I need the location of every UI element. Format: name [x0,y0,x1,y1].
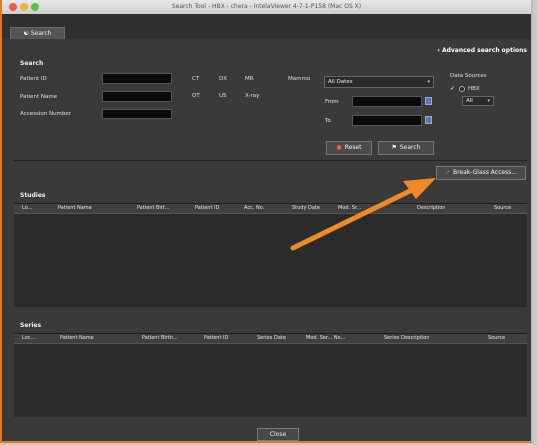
panel-divider [14,160,527,161]
chevron-down-icon: ▾ [487,98,490,104]
column-header[interactable]: Patient Name [58,205,92,211]
modality-mr[interactable]: MR [245,76,254,82]
modality-dx[interactable]: DX [219,76,227,82]
data-source-select[interactable]: All ▾ [462,96,494,106]
tab-search-label: Search [30,30,52,37]
search-button[interactable]: ⚑ Search [378,141,434,155]
modality-ot[interactable]: OT [192,93,200,99]
modality-xray[interactable]: X-ray [245,93,259,99]
tab-bar: ☯ Search [2,14,531,39]
series-table: Loc... Patient Name Patient Birth... Pat… [14,333,527,417]
modality-mammo[interactable]: Mammo [288,76,310,82]
advanced-search-options-link[interactable]: ‹ Advanced search options [437,47,527,54]
patient-id-input[interactable] [102,73,172,84]
column-header[interactable]: Patient ID [204,335,228,341]
modality-us[interactable]: US [219,93,227,99]
modality-ct[interactable]: CT [192,76,199,82]
date-scope-select[interactable]: All Dates ▾ [324,76,434,88]
patient-name-label: Patient Name [20,94,58,100]
column-header[interactable]: Series Description [384,335,429,341]
column-header[interactable]: Source [488,335,505,341]
reset-icon: ● [336,144,342,151]
column-header[interactable]: Patient ID [195,205,219,211]
studies-table: Lo... Patient Name Patient Birt... Patie… [14,203,527,307]
column-header[interactable]: Acc. No. [244,205,264,211]
key-icon: ➚ [444,169,450,176]
to-label: To [325,118,331,124]
column-header[interactable]: Lo... [22,205,32,211]
search-icon: ⚑ [391,144,397,151]
studies-table-body[interactable] [14,214,527,307]
window-title: Search Tool - HBX - chera - IntelaViewer… [171,3,362,10]
column-header[interactable]: Patient Birth... [142,335,178,341]
search-panel-title: Search [20,60,44,67]
close-button[interactable]: Close [257,428,299,441]
from-label: From [325,99,339,105]
tab-search[interactable]: ☯ Search [10,27,65,39]
column-header[interactable]: Patient Birt... [137,205,170,211]
patient-name-input[interactable] [102,91,172,102]
chevron-left-icon: ‹ [437,47,440,54]
to-date-input[interactable] [352,115,422,126]
column-header[interactable]: Patient Name [60,335,94,341]
title-bar: Search Tool - HBX - chera - IntelaViewer… [2,0,531,15]
calendar-icon[interactable] [425,116,432,124]
binoculars-icon: ☯ [23,30,29,37]
checkmark-icon: ✓ [450,85,456,92]
column-header[interactable]: Source [494,205,511,211]
column-header[interactable]: Mod. Sr... [338,205,361,211]
chevron-down-icon: ▾ [427,79,430,85]
column-header[interactable]: Series Date [257,335,286,341]
column-header[interactable]: Mod. Ser... No... [306,335,345,341]
series-table-header: Loc... Patient Name Patient Birth... Pat… [14,334,527,344]
studies-title: Studies [20,192,46,199]
data-source-radio[interactable] [459,86,465,92]
column-header[interactable]: Loc... [22,335,35,341]
from-date-input[interactable] [352,96,422,107]
series-table-body[interactable] [14,344,527,417]
accession-number-label: Accession Number [20,111,72,117]
break-glass-access-button[interactable]: ➚ Break-Glass Access... [436,166,526,180]
column-header[interactable]: Study Date [292,205,320,211]
search-tool-window: Search Tool - HBX - chera - IntelaViewer… [0,0,533,443]
data-source-hbx: HBX [468,86,480,92]
patient-id-label: Patient ID [20,76,47,82]
accession-number-input[interactable] [102,109,172,119]
reset-button[interactable]: ● Reset [326,141,372,155]
column-header[interactable]: Description [417,205,445,211]
series-title: Series [20,322,42,329]
calendar-icon[interactable] [425,97,432,105]
data-sources-title: Data Sources [450,73,487,79]
studies-table-header: Lo... Patient Name Patient Birt... Patie… [14,204,527,214]
